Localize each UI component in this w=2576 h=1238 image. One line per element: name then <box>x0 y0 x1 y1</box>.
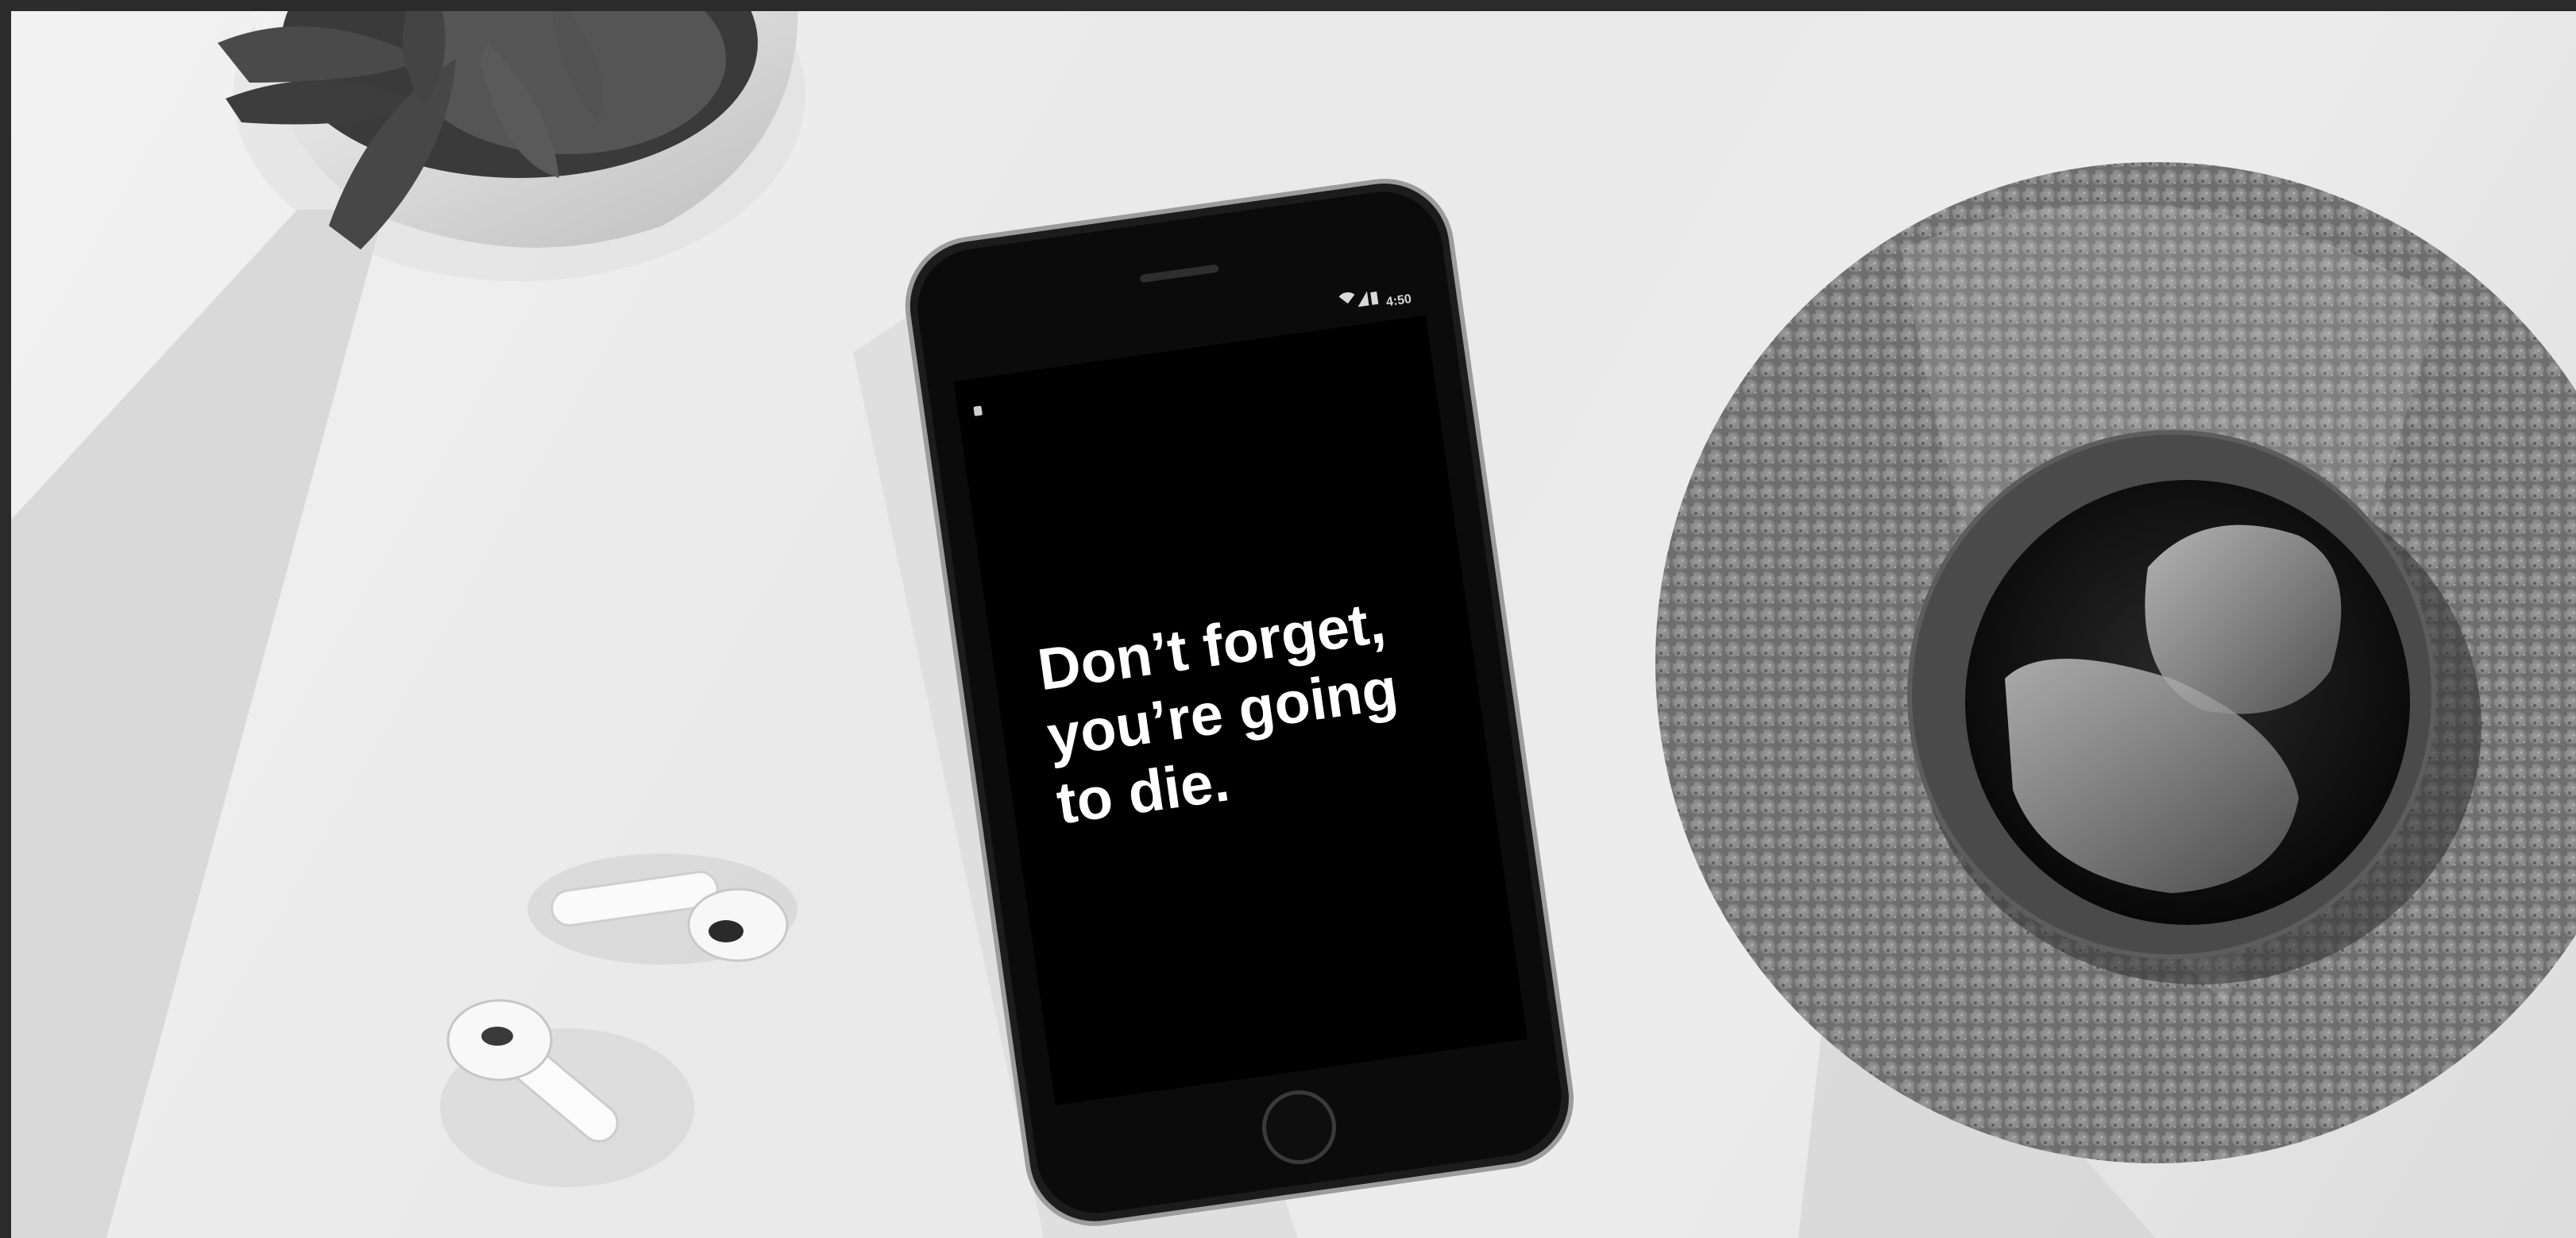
photo-scene: 4:50 Don’t forget, you’re going to die. <box>11 11 2576 1238</box>
airpods <box>440 853 798 1187</box>
lock-icon <box>973 405 983 416</box>
table-shadow-left <box>11 210 384 1238</box>
photo-frame: 4:50 Don’t forget, you’re going to die. <box>11 11 2576 1238</box>
smartphone: 4:50 Don’t forget, you’re going to die. <box>905 178 1574 1226</box>
